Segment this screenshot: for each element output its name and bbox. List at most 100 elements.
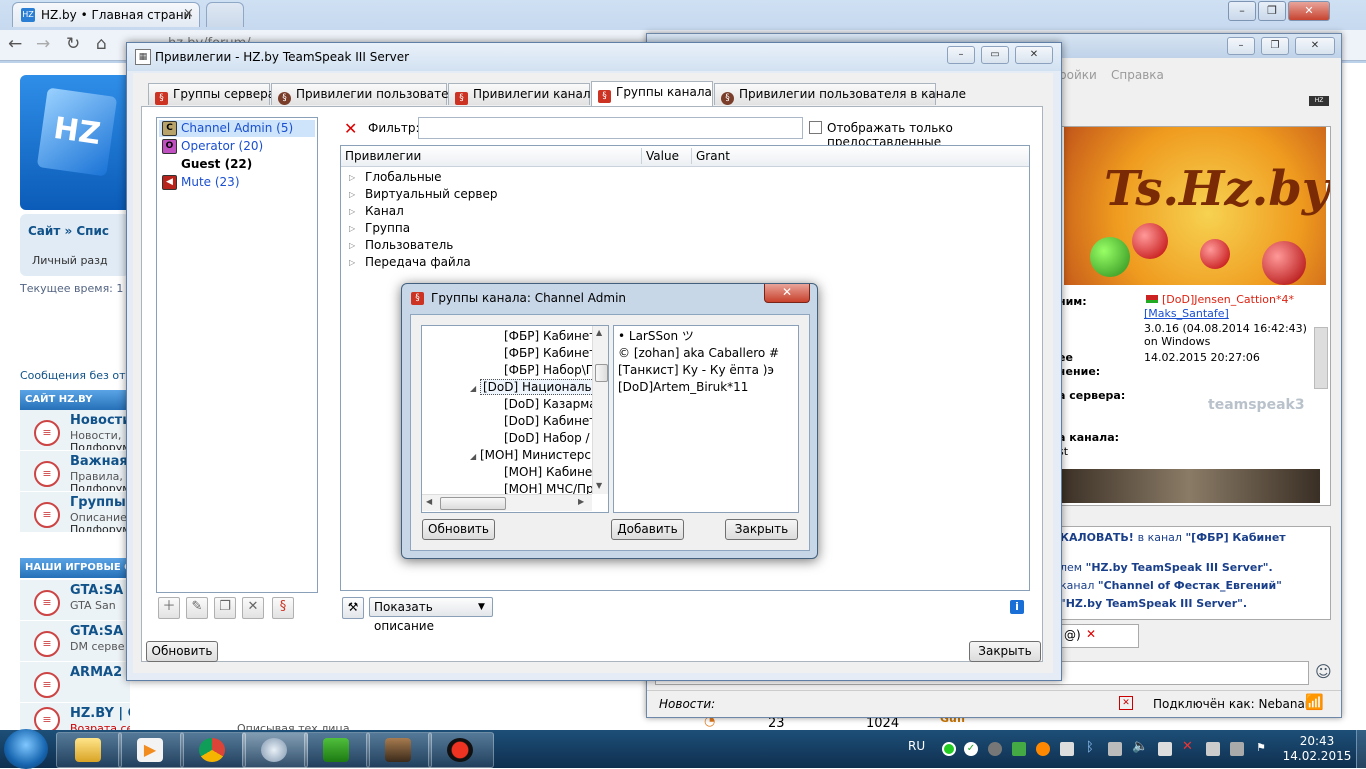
group-item-channel-admin[interactable]: C Channel Admin (5) [159, 120, 315, 137]
tab-channel-groups[interactable]: § Группы канала [591, 81, 713, 107]
dialog-titlebar[interactable]: § Группы канала: Channel Admin ✕ [402, 284, 817, 312]
home-icon[interactable]: ⌂ [96, 34, 107, 54]
expand-arrow-icon[interactable]: ▷ [349, 203, 355, 220]
scrollbar-thumb[interactable] [440, 497, 506, 510]
tray-app-icon[interactable] [1060, 742, 1074, 756]
browser-maximize-button[interactable]: ❐ [1258, 1, 1286, 21]
forum-row[interactable]: ≡ Новости Новости, Подфорум [20, 410, 130, 451]
channel-tree-node[interactable]: [МОН] Кабинет [504, 464, 599, 481]
browser-tab-active[interactable]: HZ HZ.by • Главная страниц × [12, 2, 200, 27]
member-item[interactable]: • LarSSon ツ [618, 328, 694, 345]
taskbar-explorer[interactable] [56, 732, 122, 768]
scroll-down-icon[interactable]: ▼ [596, 481, 602, 490]
forum-title[interactable]: Группы [70, 495, 126, 510]
taskbar-teamspeak[interactable] [242, 732, 308, 768]
client-nick[interactable]: [DoD]Jensen_Cattion*4* [1162, 293, 1294, 306]
emoticon-icon[interactable]: ☺ [1315, 662, 1332, 681]
channel-tree-node[interactable]: ◢ [МОН] Министерс [470, 447, 591, 464]
forward-icon[interactable]: → [36, 34, 50, 54]
server-banner[interactable]: Ts.Hz.by [1064, 127, 1330, 285]
collapse-arrow-icon[interactable]: ◢ [470, 452, 476, 461]
forum-row[interactable]: ≡ GTA:SA GTA San [20, 580, 130, 621]
back-icon[interactable]: ← [8, 34, 22, 54]
tab-close-icon[interactable]: × [183, 6, 194, 21]
column-privileges[interactable]: Привилегии [345, 146, 421, 166]
taskbar-app-green[interactable] [304, 732, 370, 768]
member-item[interactable]: © [zohan] aka Caballero # [618, 345, 779, 362]
tab-server-groups[interactable]: § Группы сервера [148, 83, 275, 105]
priv-close-button[interactable]: ✕ [1015, 46, 1053, 64]
chat-channel-link[interactable]: "HZ.by TeamSpeak III Server". [1086, 561, 1273, 574]
rename-group-button[interactable]: ✎ [186, 597, 208, 619]
ts-menu-help[interactable]: Справка [1111, 68, 1164, 82]
info-scrollbar[interactable] [1314, 327, 1328, 389]
filter-input[interactable] [418, 117, 803, 139]
forum-row[interactable]: ≡ HZ.BY | CS 1.6 Возрата сервера CS 1.6 [20, 703, 130, 731]
ts-minimize-button[interactable]: – [1227, 37, 1255, 55]
tray-app-icon[interactable] [1036, 742, 1050, 756]
dialog-refresh-button[interactable]: Обновить [422, 519, 495, 540]
taskbar-media[interactable]: ▶ [118, 732, 184, 768]
expand-arrow-icon[interactable]: ▷ [349, 169, 355, 186]
permission-tools-icon[interactable]: ⚒ [342, 597, 364, 619]
tray-error-icon[interactable]: ✕ [1182, 739, 1193, 754]
client-nick-2[interactable]: [Maks_Santafe] [1144, 307, 1229, 320]
tray-app-icon[interactable] [1206, 742, 1220, 756]
collapse-arrow-icon[interactable]: ◢ [470, 384, 476, 393]
permission-node[interactable]: ▷ Группа [341, 220, 1029, 237]
category-header-site[interactable]: САЙТ HZ.BY [20, 390, 130, 410]
forum-title[interactable]: GTA:SA [70, 583, 123, 598]
chat-tab[interactable]: @) ✕ [1057, 624, 1139, 648]
group-members-button[interactable]: § [272, 597, 294, 619]
show-desktop-button[interactable] [1356, 730, 1366, 768]
group-item-mute[interactable]: ◀ Mute (23) [159, 174, 315, 191]
channel-tree[interactable]: [ФБР] Кабинет Д [ФБР] Кабинет З [ФБР] На… [421, 325, 609, 513]
column-grant[interactable]: Grant [696, 146, 730, 166]
forum-title[interactable]: Новости [70, 413, 130, 428]
browser-minimize-button[interactable]: – [1228, 1, 1256, 21]
show-description-select[interactable]: Показать описание ▼ [369, 597, 493, 633]
tree-horizontal-scrollbar[interactable]: ◀ ▶ [422, 494, 592, 511]
taskbar-recorder[interactable] [428, 732, 494, 768]
priv-maximize-button[interactable]: ▭ [981, 46, 1009, 64]
only-granted-checkbox[interactable] [809, 121, 822, 134]
unanswered-link[interactable]: Сообщения без от [20, 369, 126, 382]
forum-title[interactable]: GTA:SA S [70, 624, 130, 639]
ts-maximize-button[interactable]: ❐ [1261, 37, 1289, 55]
scrollbar-thumb[interactable] [595, 364, 608, 382]
ts-menu-settings[interactable]: ройки [1059, 68, 1097, 82]
copy-group-button[interactable]: ❐ [214, 597, 236, 619]
forum-title[interactable]: HZ.BY | CS 1.6 [70, 706, 130, 721]
close-button[interactable]: Закрыть [969, 641, 1041, 662]
add-member-button[interactable]: Добавить [611, 519, 684, 540]
expand-arrow-icon[interactable]: ▷ [349, 237, 355, 254]
forum-row[interactable]: ≡ ARMA2 D [20, 662, 130, 703]
chat-tab-close-icon[interactable]: ✕ [1086, 627, 1096, 641]
chat-channel-link[interactable]: "HZ.by TeamSpeak III Server". [1060, 597, 1247, 610]
dialog-close-action-button[interactable]: Закрыть [725, 519, 798, 540]
taskbar-gta[interactable] [366, 732, 432, 768]
tray-check-icon[interactable]: ✓ [964, 742, 978, 756]
priv-minimize-button[interactable]: – [947, 46, 975, 64]
network-icon[interactable] [1158, 742, 1172, 756]
start-button[interactable] [4, 729, 48, 769]
expand-arrow-icon[interactable]: ▷ [349, 220, 355, 237]
permission-node[interactable]: ▷ Пользователь [341, 237, 1029, 254]
clock[interactable]: 20:43 14.02.2015 [1282, 734, 1352, 764]
info-icon[interactable]: i [1010, 600, 1024, 614]
forum-title[interactable]: ARMA2 D [70, 665, 130, 680]
delete-group-button[interactable]: ✕ [242, 597, 264, 619]
browser-close-button[interactable]: ✕ [1288, 1, 1330, 21]
channel-tree-node[interactable]: [DoD] Набор / Г [504, 430, 601, 447]
forum-row[interactable]: ≡ Группы Описание Подфорум [20, 492, 130, 533]
scroll-up-icon[interactable]: ▲ [596, 328, 602, 337]
tab-channel-client-privileges[interactable]: § Привилегии пользователя в канале [714, 83, 966, 105]
forum-row[interactable]: ≡ Важная и Правила, Подфорум [20, 451, 130, 492]
tray-app-icon[interactable] [1012, 742, 1026, 756]
new-tab-button[interactable] [206, 2, 244, 27]
group-members-list[interactable]: • LarSSon ツ © [zohan] aka Caballero # [Т… [613, 325, 799, 513]
clear-filter-icon[interactable]: ✕ [344, 119, 357, 138]
taskbar-chrome[interactable] [180, 732, 246, 768]
refresh-button[interactable]: Обновить [146, 641, 218, 662]
tab-client-privileges[interactable]: § Привилегии пользователя [271, 83, 463, 105]
